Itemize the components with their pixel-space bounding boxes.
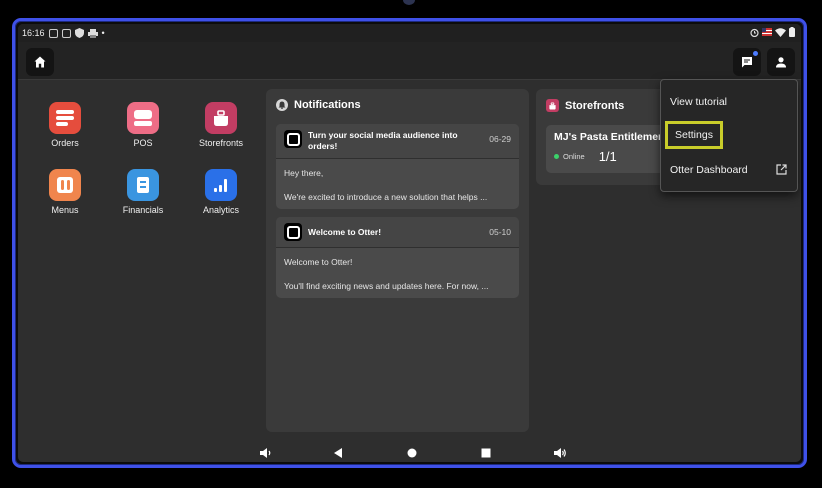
online-indicator: [554, 154, 559, 159]
menu-item-otter-dashboard[interactable]: Otter Dashboard: [670, 164, 748, 176]
otter-logo-icon: [284, 130, 302, 148]
circle-home-icon: [407, 448, 417, 458]
app-tile-menus[interactable]: Menus: [30, 169, 100, 215]
back-button[interactable]: [330, 445, 346, 461]
notification-header: Turn your social media audience into ord…: [276, 124, 519, 159]
device-frame: 16:16 • Orders POS Storefronts Menus Fin…: [12, 18, 807, 468]
messages-button[interactable]: [733, 48, 761, 76]
printer-icon: [87, 28, 98, 38]
storefronts-title: Storefronts: [565, 99, 625, 112]
notification-line: You'll find exciting news and updates he…: [284, 281, 489, 291]
notifications-panel: Notifications Turn your social media aud…: [266, 89, 529, 432]
notification-title: Turn your social media audience into ord…: [308, 130, 458, 151]
status-bar: 16:16 •: [18, 24, 801, 42]
home-icon: [34, 56, 46, 68]
pos-icon: [127, 102, 159, 134]
app-label: Orders: [51, 138, 79, 148]
status-time: 16:16: [22, 28, 45, 38]
storefront-icon: [205, 102, 237, 134]
top-app-bar: [18, 42, 801, 80]
bell-icon: [276, 99, 288, 111]
orders-icon: [49, 102, 81, 134]
account-button[interactable]: [767, 48, 795, 76]
notification-line: We're excited to introduce a new solutio…: [284, 192, 488, 202]
app-tile-financials[interactable]: Financials: [108, 169, 178, 215]
menu-item-settings[interactable]: Settings: [665, 121, 723, 149]
menus-icon: [49, 169, 81, 201]
notification-body: Hey there, We're excited to introduce a …: [276, 159, 519, 209]
shield-icon: [74, 28, 84, 38]
volume-down-button[interactable]: [258, 445, 274, 461]
app-label: Financials: [122, 205, 164, 215]
app-tile-orders[interactable]: Orders: [30, 102, 100, 148]
square-recents-icon: [481, 448, 491, 458]
notification-card[interactable]: Turn your social media audience into ord…: [276, 124, 519, 209]
volume-up-icon: [553, 448, 566, 458]
storefront-icon: [546, 99, 559, 112]
volume-up-button[interactable]: [552, 445, 568, 461]
home-nav-button[interactable]: [404, 445, 420, 461]
notification-header: Welcome to Otter! 05-10: [276, 217, 519, 248]
storefronts-panel: Storefronts MJ's Pasta Entitlement Onlin…: [536, 89, 696, 185]
notification-card[interactable]: Welcome to Otter! 05-10 Welcome to Otter…: [276, 217, 519, 298]
app-label: Analytics: [202, 205, 239, 215]
wifi-icon: [775, 27, 786, 37]
app-label: Storefronts: [198, 138, 244, 148]
notifications-header: Notifications: [276, 99, 361, 111]
app-notification-icon: [61, 28, 71, 38]
flag-icon: [762, 28, 772, 36]
screen: 16:16 • Orders POS Storefronts Menus Fin…: [18, 24, 801, 462]
account-menu: View tutorial Settings Otter Dashboard: [660, 79, 798, 192]
home-button[interactable]: [26, 48, 54, 76]
notifications-title: Notifications: [294, 99, 361, 111]
volume-down-icon: [260, 448, 271, 458]
status-left: 16:16 •: [22, 28, 105, 38]
app-tile-storefronts[interactable]: Storefronts: [186, 102, 256, 148]
notification-date: 05-10: [489, 227, 511, 237]
system-navigation-bar: [18, 438, 801, 462]
message-icon: [742, 57, 752, 68]
user-icon: [776, 57, 786, 68]
notification-title: Welcome to Otter!: [308, 227, 382, 237]
battery-icon: [789, 27, 795, 37]
notification-line: Welcome to Otter!: [284, 257, 353, 267]
store-status: Online: [563, 152, 585, 161]
external-link-icon: [776, 164, 787, 175]
analytics-icon: [205, 169, 237, 201]
recents-button[interactable]: [478, 445, 494, 461]
storefronts-header: Storefronts: [546, 99, 624, 112]
status-dot: •: [101, 28, 105, 38]
camera-dot: [403, 0, 415, 5]
otter-logo-icon: [284, 223, 302, 241]
notification-date: 06-29: [489, 134, 511, 144]
notification-body: Welcome to Otter! You'll find exciting n…: [276, 248, 519, 298]
unread-badge: [753, 51, 758, 56]
back-icon: [334, 448, 342, 458]
app-tile-pos[interactable]: POS: [108, 102, 178, 148]
app-tile-analytics[interactable]: Analytics: [186, 169, 256, 215]
app-notification-icon: [48, 28, 58, 38]
alarm-icon: [750, 28, 759, 37]
menu-item-view-tutorial[interactable]: View tutorial: [670, 96, 727, 108]
notification-line: Hey there,: [284, 168, 324, 178]
app-label: Menus: [51, 205, 79, 215]
status-right: [750, 27, 795, 37]
store-count: 1/1: [598, 149, 617, 164]
app-label: POS: [133, 138, 153, 148]
financials-icon: [127, 169, 159, 201]
